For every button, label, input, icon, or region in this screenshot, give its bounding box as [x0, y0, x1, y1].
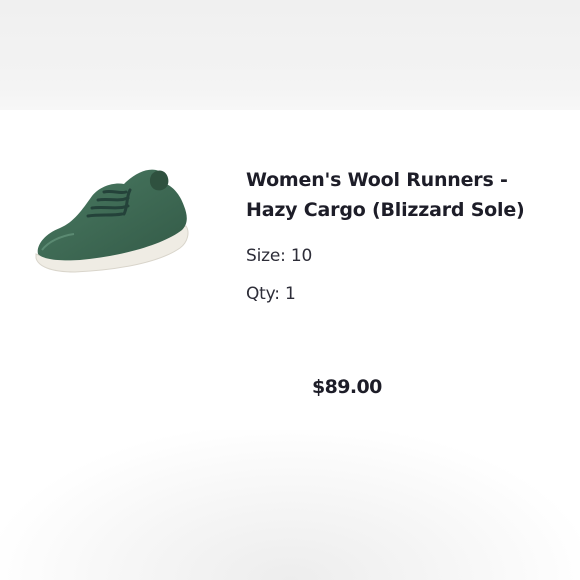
size-row: Size: 10	[246, 246, 312, 266]
top-background-band	[0, 0, 580, 110]
product-shoe-image	[35, 169, 189, 273]
product-title-line-2: Hazy Cargo (Blizzard Sole)	[246, 199, 525, 221]
price: $89.00	[312, 376, 382, 398]
quantity-row: Qty: 1	[246, 284, 296, 304]
quantity-value: 1	[285, 284, 296, 304]
quantity-label: Qty:	[246, 284, 280, 304]
bottom-shadow	[0, 430, 580, 580]
product-title[interactable]: Women's Wool Runners - Hazy Cargo (Blizz…	[246, 165, 546, 225]
size-value: 10	[290, 246, 313, 266]
size-label: Size:	[246, 246, 286, 266]
product-title-line-1: Women's Wool Runners -	[246, 169, 508, 191]
